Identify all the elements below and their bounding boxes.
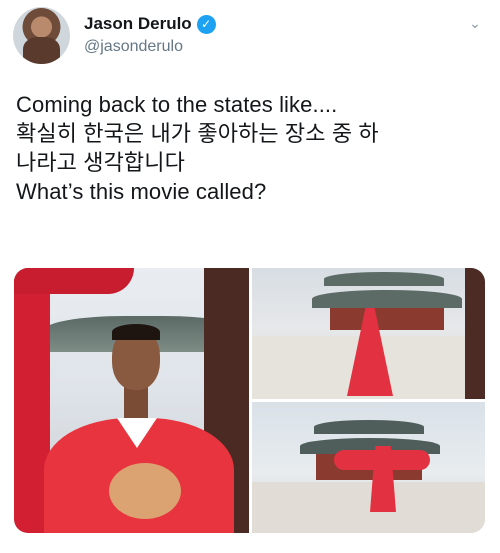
display-name[interactable]: Jason Derulo — [84, 14, 192, 34]
verified-badge-icon: ✓ — [196, 14, 216, 34]
tweet-header: Jason Derulo ✓ @jasonderulo ⌄ — [10, 6, 490, 66]
tweet-text-line-2: 확실히 한국은 내가 좋아하는 장소 중 하 — [16, 121, 379, 146]
tweet-text: Coming back to the states like.... 확실히 한… — [16, 90, 486, 206]
tweet-text-line-3: 나라고 생각합니다 — [16, 150, 185, 175]
media-grid — [14, 268, 485, 533]
tweet: Jason Derulo ✓ @jasonderulo ⌄ Coming bac… — [0, 0, 500, 553]
name-row: Jason Derulo ✓ — [84, 14, 216, 34]
tweet-text-line-4: What’s this movie called? — [16, 179, 267, 204]
photo-bottom-right[interactable] — [252, 402, 485, 533]
chevron-down-icon[interactable]: ⌄ — [466, 14, 484, 32]
user-handle[interactable]: @jasonderulo — [84, 38, 183, 56]
avatar[interactable] — [13, 7, 70, 64]
photo-top-right[interactable] — [252, 268, 485, 399]
photo-left[interactable] — [14, 268, 249, 533]
tweet-text-line-1: Coming back to the states like.... — [16, 92, 338, 117]
